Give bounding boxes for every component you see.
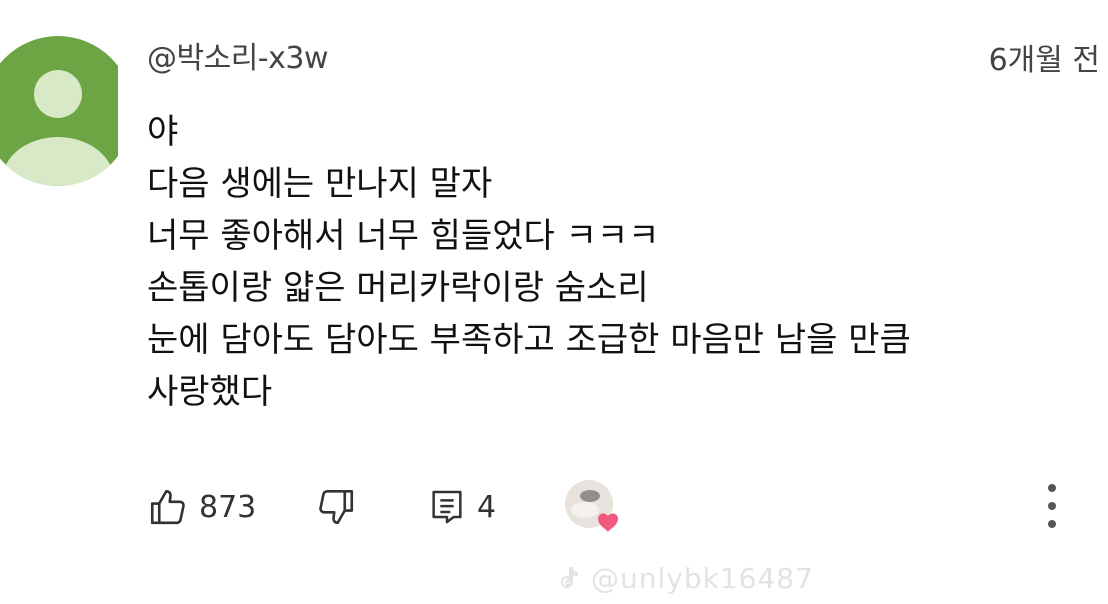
author-name[interactable]: @박소리-x3w — [147, 38, 329, 80]
comment-line: 손톱이랑 얇은 머리카락이랑 숨소리 — [147, 268, 649, 308]
comment-line: 사랑했다 — [147, 372, 273, 412]
comment-line: 야 — [147, 112, 179, 152]
like-button[interactable]: 873 — [147, 472, 256, 542]
creator-heart-badge — [561, 472, 627, 542]
comment-timestamp: 6개월 전 — [988, 43, 1100, 78]
comment-line: 너무 좋아해서 너무 힘들었다 ㅋㅋㅋ — [147, 216, 660, 256]
like-count: 873 — [199, 489, 257, 525]
thumbs-up-icon[interactable] — [147, 486, 189, 528]
comment-icon[interactable] — [427, 486, 467, 528]
more-vertical-icon[interactable] — [1034, 478, 1070, 534]
watermark-text: @unlybk16487 — [591, 561, 814, 595]
comment-line: 눈에 담아도 담아도 부족하고 조급한 마음만 남을 만큼 — [147, 320, 911, 360]
comment-text: 야 다음 생에는 만나지 말자 너무 좋아해서 너무 힘들었다 ㅋㅋㅋ 손톱이랑… — [147, 106, 1097, 418]
reply-button[interactable]: 4 — [427, 472, 496, 542]
watermark: @unlybk16487 — [555, 556, 814, 600]
comment-actions: 873 4 — [147, 472, 1087, 542]
author-avatar[interactable] — [0, 36, 118, 186]
thumbs-down-icon[interactable] — [315, 486, 357, 528]
dislike-button[interactable] — [315, 472, 357, 542]
tiktok-icon — [561, 567, 578, 588]
comment-line: 다음 생에는 만나지 말자 — [147, 164, 493, 204]
more-options-button[interactable] — [1034, 478, 1070, 534]
reply-count: 4 — [477, 489, 497, 525]
